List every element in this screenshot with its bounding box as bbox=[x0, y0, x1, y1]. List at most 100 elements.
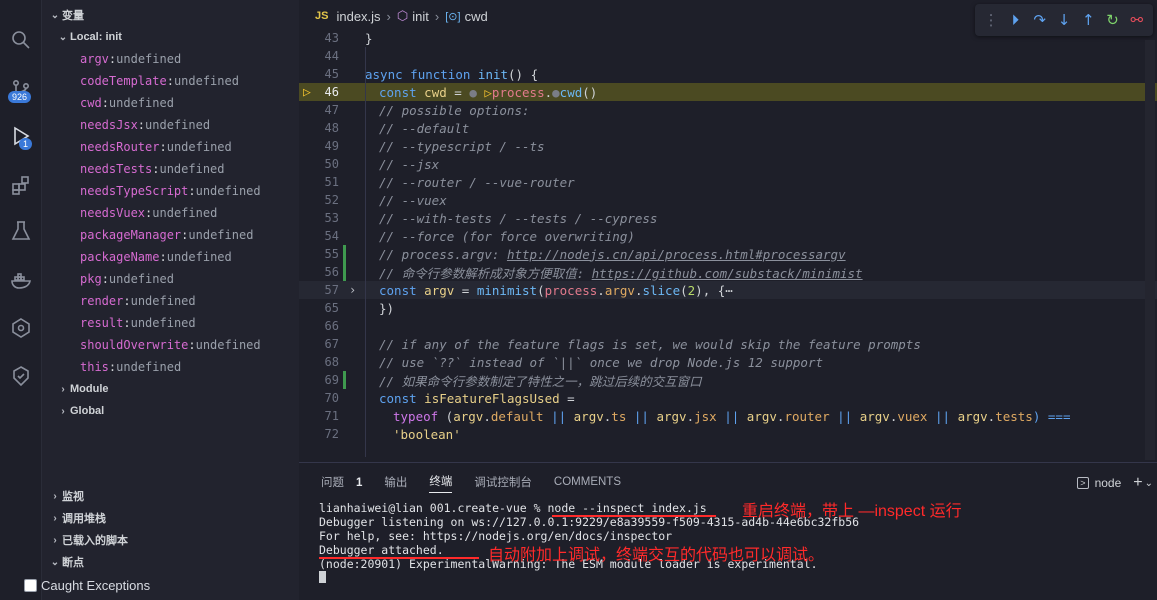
breakpoints-section-header[interactable]: ⌄ 断点 bbox=[42, 551, 299, 573]
variable-value: undefined bbox=[195, 338, 261, 352]
local-scope-row[interactable]: ⌄ Local: init bbox=[56, 26, 122, 48]
code-token: argv bbox=[453, 408, 484, 424]
source-control-icon[interactable] bbox=[0, 70, 42, 110]
git-graph-icon[interactable] bbox=[0, 308, 42, 348]
variable-value: undefined bbox=[195, 184, 261, 198]
tab-debug-console[interactable]: 调试控制台 bbox=[474, 474, 532, 493]
variable-separator: : bbox=[101, 96, 109, 110]
caught-exceptions-row[interactable]: Caught Exceptions bbox=[24, 574, 150, 596]
continue-icon[interactable]: ⏵ bbox=[1004, 9, 1026, 31]
inline-breakpoint-dot-icon[interactable]: ● bbox=[469, 85, 477, 100]
terminal-icon: > bbox=[1077, 477, 1089, 489]
tab-terminal[interactable]: 终端 bbox=[429, 473, 453, 493]
watch-section-header[interactable]: › 监视 bbox=[42, 485, 299, 507]
variable-name: this bbox=[80, 360, 109, 374]
fold-chevron-icon[interactable]: › bbox=[349, 283, 356, 297]
run-debug-icon[interactable] bbox=[0, 116, 42, 156]
chevron-down-icon[interactable]: ⌄ bbox=[1145, 478, 1153, 489]
tab-problems[interactable]: 问题 bbox=[321, 474, 344, 493]
variable-row[interactable]: needsTests: undefined bbox=[80, 158, 225, 180]
caught-exceptions-checkbox[interactable] bbox=[24, 578, 37, 592]
variables-section-header[interactable]: ⌄ 变量 bbox=[42, 4, 299, 26]
line-number: 51 bbox=[324, 175, 339, 189]
variable-row[interactable]: packageName: undefined bbox=[80, 246, 232, 268]
terminal-selector[interactable]: > node + ⌄ bbox=[1077, 471, 1153, 495]
variable-value: undefined bbox=[159, 162, 225, 176]
code-token: ( bbox=[438, 408, 454, 424]
code-token: cwd bbox=[559, 84, 583, 100]
variable-name: codeTemplate bbox=[80, 74, 167, 88]
extensions-icon[interactable] bbox=[0, 166, 42, 206]
code-token: = bbox=[559, 390, 575, 406]
code-line: 71 typeof (argv.default || argv.ts || ar… bbox=[299, 407, 1157, 425]
inline-breakpoint-dot-icon[interactable]: ● bbox=[552, 85, 560, 100]
global-scope-row[interactable]: › Global bbox=[56, 400, 104, 422]
comment-link[interactable]: https://github.com/substack/minimist bbox=[592, 266, 863, 281]
variable-row[interactable]: needsTypeScript: undefined bbox=[80, 180, 261, 202]
variable-value: undefined bbox=[130, 294, 196, 308]
code-token: = bbox=[446, 84, 470, 100]
loaded-scripts-section-header[interactable]: › 已载入的脚本 bbox=[42, 529, 299, 551]
step-out-icon[interactable]: ↑ bbox=[1077, 9, 1099, 31]
step-over-icon[interactable]: ↷ bbox=[1029, 9, 1051, 31]
variable-row[interactable]: codeTemplate: undefined bbox=[80, 70, 239, 92]
search-icon[interactable] bbox=[0, 20, 42, 60]
breadcrumb-variable[interactable]: cwd bbox=[465, 9, 488, 24]
line-number: 71 bbox=[324, 409, 339, 423]
code-comment: // 如果命令行参数制定了特性之一，跳过后续的交互窗口 bbox=[379, 373, 702, 389]
code-line: 51 // --router / --vue-router bbox=[299, 173, 1157, 191]
variable-row[interactable]: cwd: undefined bbox=[80, 92, 174, 114]
code-token: cwd bbox=[424, 84, 447, 100]
inline-paused-icon[interactable]: ▷ bbox=[484, 85, 492, 100]
paused-breakpoint-icon[interactable]: ▷ bbox=[303, 85, 311, 100]
variable-name: needsTests bbox=[80, 162, 153, 176]
line-number: 66 bbox=[324, 319, 339, 333]
breadcrumb-function[interactable]: init bbox=[412, 9, 429, 24]
code-token: async bbox=[365, 66, 403, 82]
variable-separator: : bbox=[108, 52, 117, 66]
drag-handle-icon[interactable]: ⋮ bbox=[980, 9, 1002, 31]
variable-row[interactable]: shouldOverwrite: undefined bbox=[80, 334, 261, 356]
variable-row[interactable]: argv: undefined bbox=[80, 48, 181, 70]
testing-flask-icon[interactable] bbox=[0, 211, 42, 251]
code-token: ts bbox=[611, 408, 627, 424]
tab-output[interactable]: 输出 bbox=[384, 474, 407, 493]
variable-row[interactable]: needsVuex: undefined bbox=[80, 202, 217, 224]
variables-title: 变量 bbox=[62, 10, 84, 22]
breadcrumb-file[interactable]: index.js bbox=[336, 9, 380, 24]
add-terminal-icon[interactable]: + bbox=[1133, 474, 1142, 492]
variable-row[interactable]: needsRouter: undefined bbox=[80, 136, 232, 158]
terminal-name: node bbox=[1094, 476, 1122, 490]
chevron-right-icon: › bbox=[53, 534, 57, 546]
comment-link[interactable]: http://nodejs.cn/api/process.html#proces… bbox=[507, 247, 846, 262]
tab-comments[interactable]: COMMENTS bbox=[554, 476, 621, 491]
code-text: } bbox=[365, 30, 373, 46]
variable-row[interactable]: pkg: undefined bbox=[80, 268, 174, 290]
disconnect-icon[interactable]: ⚯ bbox=[1126, 9, 1148, 31]
variable-row[interactable]: result: undefined bbox=[80, 312, 196, 334]
variable-separator: : bbox=[159, 250, 167, 264]
code-token: argv bbox=[573, 408, 604, 424]
module-scope-row[interactable]: › Module bbox=[56, 378, 108, 400]
code-comment: // possible options: bbox=[379, 102, 530, 118]
editor-scrollbar[interactable] bbox=[1145, 40, 1155, 460]
code-token: isFeatureFlagsUsed bbox=[424, 390, 560, 406]
variable-row[interactable]: render: undefined bbox=[80, 290, 196, 312]
restart-icon[interactable]: ↻ bbox=[1102, 9, 1124, 31]
line-number: 69 bbox=[324, 373, 339, 387]
variable-value: undefined bbox=[173, 74, 239, 88]
terminal-line: Debugger attached. bbox=[319, 543, 444, 557]
step-into-icon[interactable]: ↓ bbox=[1053, 9, 1075, 31]
callstack-section-header[interactable]: › 调用堆栈 bbox=[42, 507, 299, 529]
code-comment: // 命令行参数解析成对象方便取值: bbox=[379, 265, 592, 281]
docker-icon[interactable] bbox=[0, 261, 42, 301]
variable-row[interactable]: packageManager: undefined bbox=[80, 224, 253, 246]
settings-sync-icon[interactable] bbox=[0, 356, 42, 396]
breakpoints-title: 断点 bbox=[62, 557, 84, 569]
variable-row[interactable]: this: undefined bbox=[80, 356, 181, 378]
variable-name: packageManager bbox=[80, 228, 182, 242]
code-line: 69 // 如果命令行参数制定了特性之一，跳过后续的交互窗口 bbox=[299, 371, 1157, 389]
debug-sidebar: ⌄ 变量 ⌄ Local: init argv: undefined codeTe… bbox=[42, 0, 299, 600]
variable-row[interactable]: needsJsx: undefined bbox=[80, 114, 210, 136]
code-token: const bbox=[379, 390, 417, 406]
